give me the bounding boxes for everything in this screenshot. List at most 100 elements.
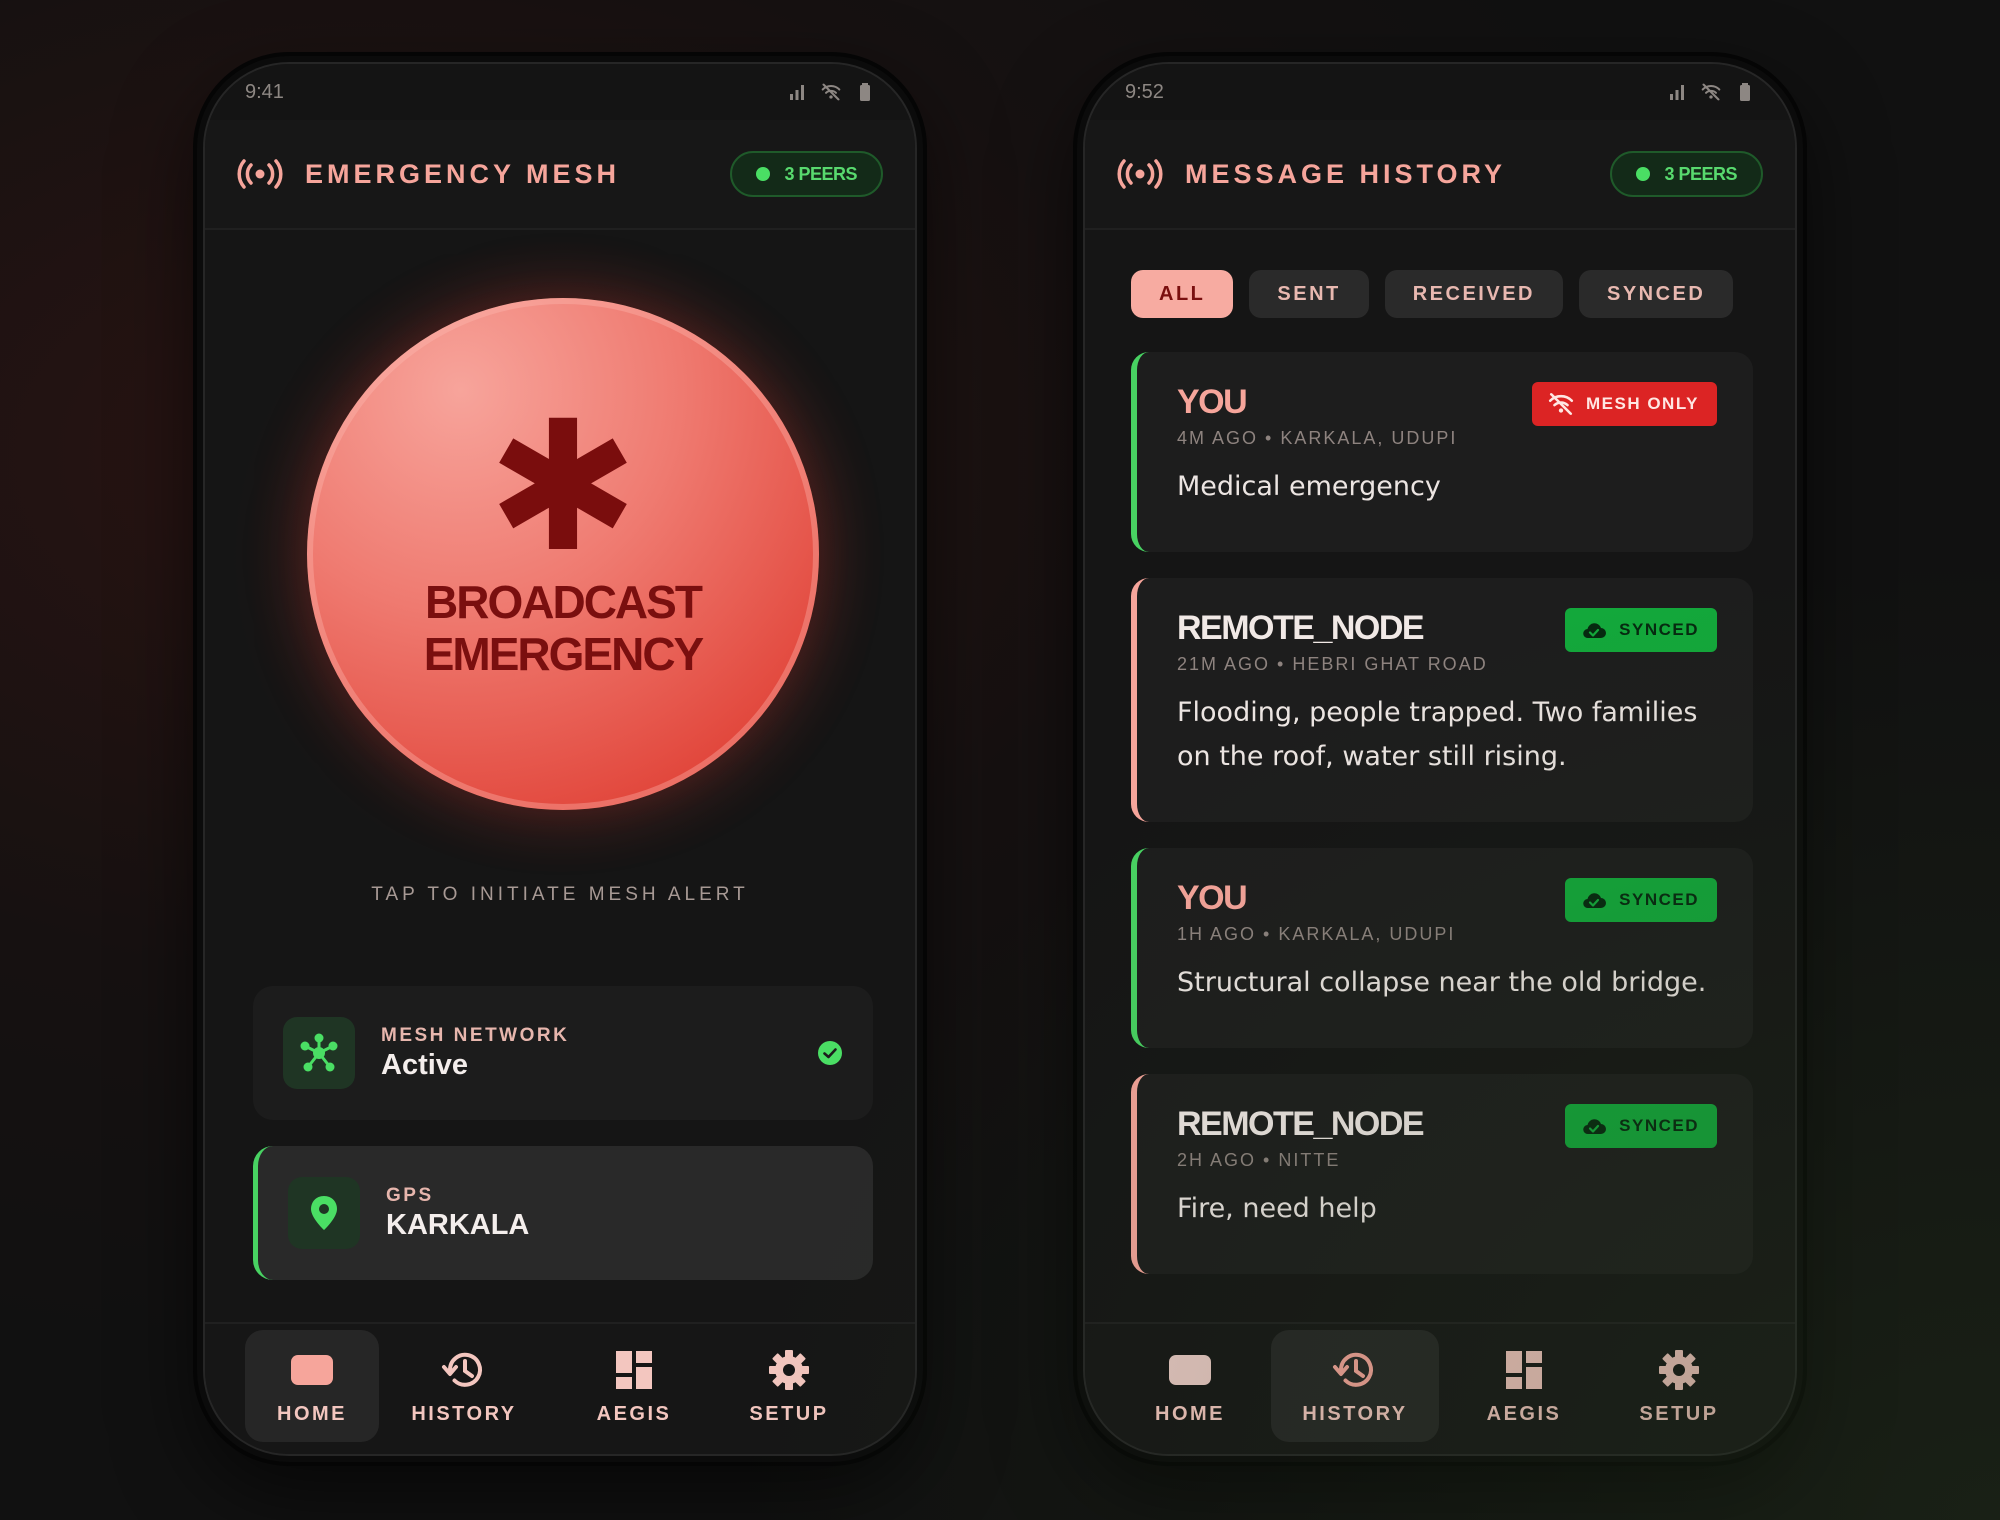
- peers-badge[interactable]: 3 PEERS: [730, 151, 883, 197]
- mesh-network-label: MESH NETWORK: [381, 1024, 570, 1046]
- badge-label: SYNCED: [1619, 620, 1699, 639]
- page-title: EMERGENCY MESH: [305, 158, 621, 189]
- check-circle-icon: [818, 1041, 842, 1065]
- broadcast-icon: [237, 159, 283, 189]
- nav-setup[interactable]: SETUP: [719, 1330, 859, 1442]
- cloud-check-icon: [1581, 619, 1607, 641]
- phone-home: 9:41 EMERGENCY MESH 3 PEERS ✱ BROADCAST …: [197, 56, 923, 1462]
- home-icon: [289, 1347, 335, 1393]
- battery-icon: [1735, 82, 1755, 102]
- status-bar: 9:41: [205, 64, 915, 120]
- nav-history[interactable]: HISTORY: [379, 1330, 549, 1442]
- nav-home[interactable]: HOME: [1115, 1330, 1265, 1442]
- message-header: REMOTE_NODE 2H AGO • NITTE SYNCED: [1177, 1104, 1717, 1171]
- online-dot-icon: [1636, 167, 1651, 181]
- message-card[interactable]: REMOTE_NODE 21M AGO • HEBRI GHAT ROAD SY…: [1131, 578, 1753, 822]
- bottom-nav: HOME HISTORY AEGIS SETUP: [1085, 1322, 1795, 1454]
- app-header: MESSAGE HISTORY 3 PEERS: [1085, 120, 1795, 230]
- peers-badge[interactable]: 3 PEERS: [1610, 151, 1763, 197]
- peers-count: 3 PEERS: [784, 163, 857, 184]
- wifi-off-icon: [821, 82, 841, 102]
- page-title: MESSAGE HISTORY: [1185, 158, 1507, 189]
- nav-history[interactable]: HISTORY: [1271, 1330, 1439, 1442]
- phone-history: 9:52 MESSAGE HISTORY 3 PEERS ALL SENT RE…: [1077, 56, 1803, 1462]
- gps-text: GPS KARKALA: [386, 1185, 843, 1242]
- peers-count: 3 PEERS: [1664, 163, 1737, 184]
- nav-history-label: HISTORY: [411, 1402, 517, 1425]
- message-sender: REMOTE_NODE: [1177, 609, 1425, 647]
- asterisk-icon: ✱: [487, 383, 639, 592]
- nav-setup-label: SETUP: [749, 1402, 829, 1425]
- status-icons: [1667, 82, 1755, 102]
- tap-hint: TAP TO INITIATE MESH ALERT: [371, 884, 749, 905]
- message-body: Structural collapse near the old bridge.: [1177, 967, 1707, 998]
- emergency-label-line2: EMERGENCY: [423, 628, 704, 680]
- filter-synced[interactable]: SYNCED: [1578, 270, 1734, 318]
- bottom-nav: HOME HISTORY AEGIS SETUP: [205, 1322, 915, 1454]
- history-screen: 9:52 MESSAGE HISTORY 3 PEERS ALL SENT RE…: [1083, 62, 1797, 1456]
- nav-aegis[interactable]: AEGIS: [1439, 1330, 1609, 1442]
- message-list: YOU 4M AGO • KARKALA, UDUPI MESH ONLY Me…: [1131, 352, 1753, 1300]
- emergency-label-line1: BROADCAST: [425, 576, 703, 628]
- mesh-network-card[interactable]: MESH NETWORK Active: [253, 986, 873, 1120]
- dashboard-icon: [611, 1347, 657, 1393]
- history-icon: [1332, 1347, 1378, 1393]
- nav-setup[interactable]: SETUP: [1609, 1330, 1749, 1442]
- nav-aegis[interactable]: AEGIS: [549, 1330, 719, 1442]
- message-info: YOU 1H AGO • KARKALA, UDUPI: [1177, 878, 1455, 945]
- nav-home-label: HOME: [1155, 1402, 1225, 1425]
- gear-icon: [766, 1347, 812, 1393]
- home-icon: [1167, 1347, 1213, 1393]
- gear-icon: [1656, 1347, 1702, 1393]
- wifi-off-icon: [1701, 82, 1721, 102]
- cloud-check-icon: [1581, 889, 1607, 911]
- gps-location: KARKALA: [386, 1208, 530, 1241]
- badge-label: MESH ONLY: [1585, 394, 1699, 413]
- message-header: YOU 4M AGO • KARKALA, UDUPI MESH ONLY: [1177, 382, 1717, 449]
- cloud-check-icon: [1581, 1115, 1607, 1137]
- message-meta: 21M AGO • HEBRI GHAT ROAD: [1177, 654, 1488, 674]
- message-body: Fire, need help: [1177, 1193, 1377, 1224]
- gps-card[interactable]: GPS KARKALA: [253, 1146, 873, 1280]
- status-time: 9:52: [1125, 80, 1164, 103]
- location-pin-icon: [288, 1177, 360, 1249]
- nav-setup-label: SETUP: [1639, 1402, 1719, 1425]
- message-card[interactable]: YOU 1H AGO • KARKALA, UDUPI SYNCED Struc…: [1131, 848, 1753, 1048]
- filter-sent[interactable]: SENT: [1249, 270, 1369, 318]
- online-dot-icon: [756, 167, 771, 181]
- message-sender: YOU: [1177, 383, 1248, 421]
- app-header: EMERGENCY MESH 3 PEERS: [205, 120, 915, 230]
- nav-aegis-label: AEGIS: [1486, 1402, 1562, 1425]
- mesh-only-badge: MESH ONLY: [1531, 382, 1717, 426]
- nav-home[interactable]: HOME: [245, 1330, 379, 1442]
- gps-label: GPS: [386, 1184, 434, 1206]
- emergency-button-label: BROADCAST EMERGENCY: [423, 576, 704, 680]
- filter-chips: ALL SENT RECEIVED SYNCED: [1085, 230, 1795, 318]
- message-meta: 4M AGO • KARKALA, UDUPI: [1177, 428, 1458, 448]
- status-icons: [787, 82, 875, 102]
- badge-label: SYNCED: [1619, 890, 1699, 909]
- network-icon: [283, 1017, 355, 1089]
- message-card[interactable]: YOU 4M AGO • KARKALA, UDUPI MESH ONLY Me…: [1131, 352, 1753, 552]
- mesh-network-status: Active: [381, 1048, 469, 1081]
- message-header: REMOTE_NODE 21M AGO • HEBRI GHAT ROAD SY…: [1177, 608, 1717, 675]
- status-time: 9:41: [245, 80, 284, 103]
- filter-all[interactable]: ALL: [1131, 270, 1234, 318]
- message-body: Flooding, people trapped. Two families o…: [1177, 697, 1698, 772]
- filter-received[interactable]: RECEIVED: [1384, 270, 1563, 318]
- nav-home-label: HOME: [277, 1402, 347, 1425]
- broadcast-emergency-button[interactable]: ✱ BROADCAST EMERGENCY: [307, 298, 819, 810]
- signal-icon: [1667, 82, 1687, 102]
- dashboard-icon: [1501, 1347, 1547, 1393]
- synced-badge: SYNCED: [1565, 1104, 1717, 1148]
- emergency-area: ✱ BROADCAST EMERGENCY: [205, 230, 915, 872]
- message-header: YOU 1H AGO • KARKALA, UDUPI SYNCED: [1177, 878, 1717, 945]
- synced-badge: SYNCED: [1565, 608, 1717, 652]
- message-sender: YOU: [1177, 879, 1248, 917]
- message-info: REMOTE_NODE 2H AGO • NITTE: [1177, 1104, 1425, 1171]
- message-card[interactable]: REMOTE_NODE 2H AGO • NITTE SYNCED Fire, …: [1131, 1074, 1753, 1274]
- battery-icon: [855, 82, 875, 102]
- synced-badge: SYNCED: [1565, 878, 1717, 922]
- status-bar: 9:52: [1085, 64, 1795, 120]
- signal-icon: [787, 82, 807, 102]
